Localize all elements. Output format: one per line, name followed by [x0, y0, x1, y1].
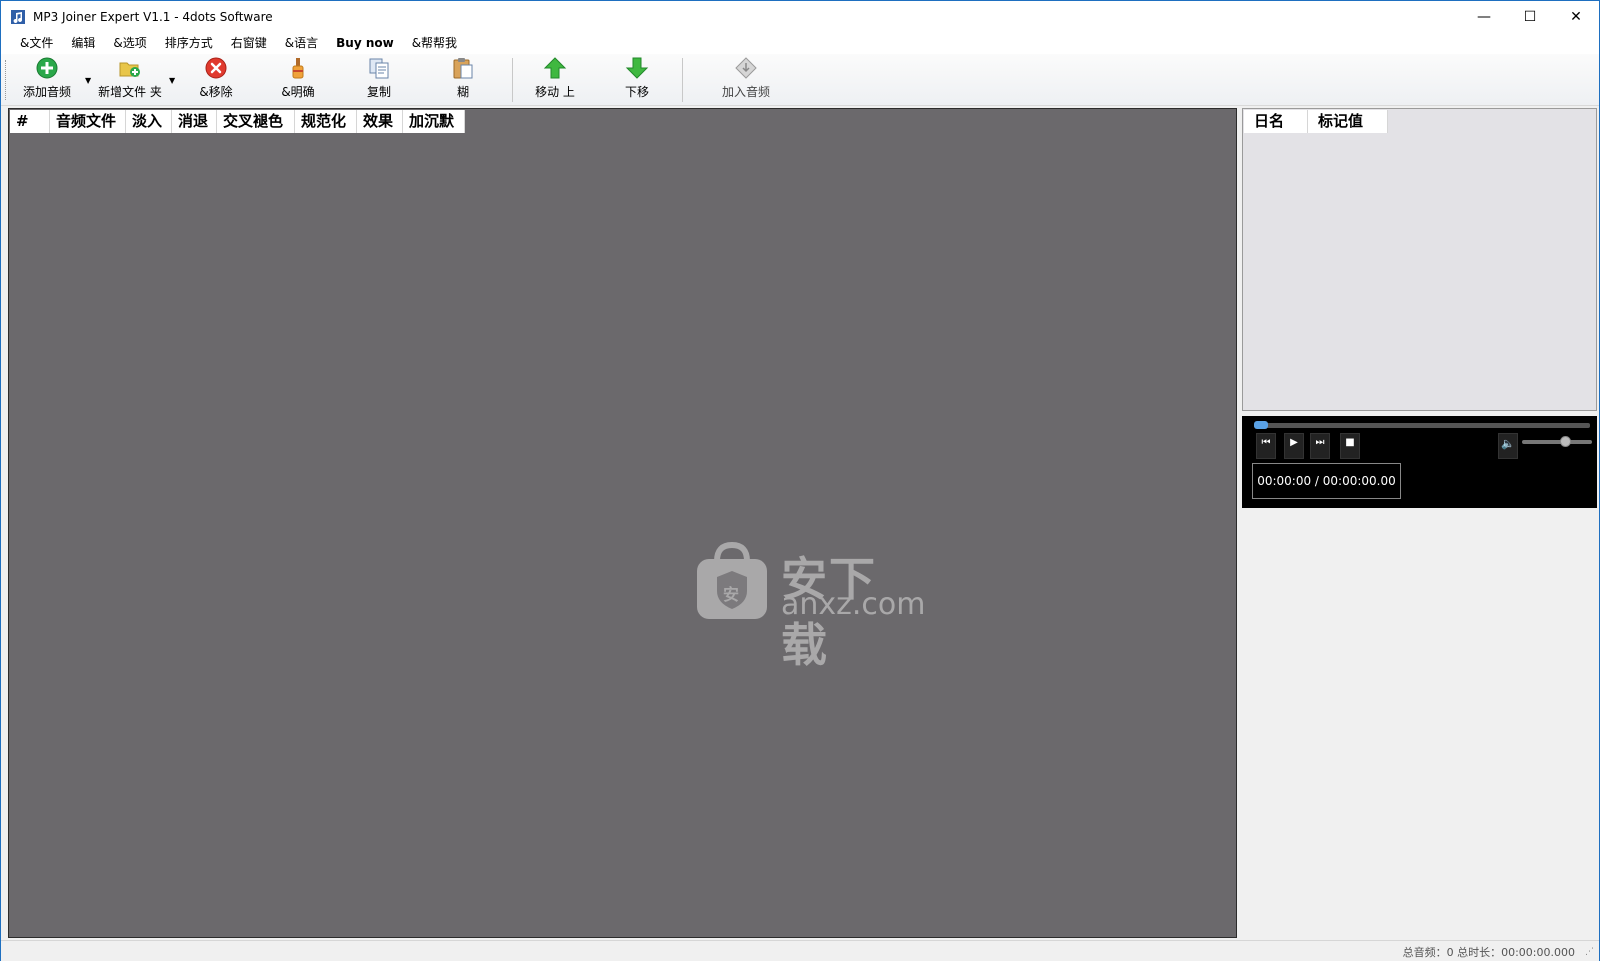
- column-number[interactable]: #: [10, 110, 50, 133]
- join-audio-button[interactable]: 加入音频: [715, 56, 777, 102]
- menu-context[interactable]: 右窗键: [222, 32, 276, 54]
- column-tag-name[interactable]: 日名: [1244, 110, 1308, 133]
- column-fade-in[interactable]: 淡入: [126, 110, 172, 133]
- play-button[interactable]: ▶: [1284, 433, 1304, 459]
- time-display: 00:00:00 / 00:00:00.00: [1252, 463, 1401, 499]
- copy-icon: [369, 58, 389, 79]
- music-note-icon: [11, 9, 25, 24]
- column-normalize[interactable]: 规范化: [295, 110, 357, 133]
- add-audio-label: 添加音频: [22, 85, 71, 99]
- play-icon: ▶: [1290, 437, 1298, 448]
- arrow-down-icon: [625, 57, 649, 79]
- list-column-header: # 音频文件 淡入 消退 交叉褪色 规范化 效果 加沉默: [10, 110, 465, 133]
- remove-button[interactable]: &移除: [193, 56, 239, 102]
- speaker-icon: 🔈: [1501, 437, 1515, 450]
- tag-column-header: 日名 标记值: [1244, 110, 1388, 133]
- status-bar: 总音频：0 总时长：00:00:00.000 ⋰: [1, 940, 1599, 961]
- add-audio-dropdown-icon[interactable]: ▼: [85, 76, 91, 85]
- add-folder-dropdown-icon[interactable]: ▼: [169, 76, 175, 85]
- remove-icon: [205, 57, 227, 79]
- column-audio-file[interactable]: 音频文件: [50, 110, 126, 133]
- window-title: MP3 Joiner Expert V1.1 - 4dots Software: [33, 9, 273, 24]
- status-text: 总音频：0 总时长：00:00:00.000: [1402, 946, 1575, 959]
- toolbar-separator: [512, 58, 513, 102]
- menu-sort[interactable]: 排序方式: [156, 32, 222, 54]
- stop-icon: ■: [1345, 437, 1355, 448]
- add-folder-label: 新增文件 夹: [98, 85, 162, 99]
- paste-icon: [453, 58, 473, 79]
- column-add-silence[interactable]: 加沉默: [403, 110, 465, 133]
- move-up-label: 移动 上: [535, 85, 575, 99]
- watermark-url: anxz.com: [781, 587, 926, 622]
- paste-label: 糊: [456, 85, 469, 99]
- move-down-label: 下移: [624, 85, 649, 99]
- copy-button[interactable]: 复制: [359, 56, 399, 102]
- column-crossfade[interactable]: 交叉褪色: [217, 110, 295, 133]
- previous-button[interactable]: ⏮: [1256, 433, 1276, 459]
- watermark: 安 安下载 anxz.com: [693, 541, 926, 672]
- toolbar: 添加音频 ▼ 新增文件 夹 ▼ &移除 &明确 复制 糊 移动 上 下移 加入音…: [1, 54, 1599, 106]
- seek-bar[interactable]: [1254, 421, 1590, 429]
- move-down-button[interactable]: 下移: [617, 56, 657, 102]
- menu-bar: &文件 编辑 &选项 排序方式 右窗键 &语言 Buy now &帮帮我: [1, 32, 1599, 54]
- menu-help[interactable]: &帮帮我: [403, 32, 466, 54]
- menu-language[interactable]: &语言: [276, 32, 327, 54]
- volume-slider[interactable]: [1522, 436, 1592, 447]
- stop-button[interactable]: ■: [1340, 433, 1360, 459]
- next-button[interactable]: ⏭: [1310, 433, 1330, 459]
- tag-list[interactable]: 日名 标记值: [1242, 108, 1597, 411]
- copy-label: 复制: [366, 85, 391, 99]
- menu-options[interactable]: &选项: [104, 32, 155, 54]
- column-fade-out[interactable]: 消退: [172, 110, 217, 133]
- clear-button[interactable]: &明确: [275, 56, 321, 102]
- menu-file[interactable]: &文件: [11, 32, 62, 54]
- clear-label: &明确: [281, 85, 315, 99]
- skip-forward-icon: ⏭: [1315, 437, 1325, 448]
- title-bar: MP3 Joiner Expert V1.1 - 4dots Software …: [1, 1, 1599, 32]
- add-icon: [36, 57, 58, 79]
- column-effect[interactable]: 效果: [357, 110, 403, 133]
- resize-grip-icon[interactable]: ⋰: [1585, 947, 1597, 959]
- join-audio-label: 加入音频: [721, 85, 770, 99]
- skip-back-icon: ⏮: [1261, 437, 1271, 448]
- remove-label: &移除: [199, 85, 233, 99]
- seek-handle[interactable]: [1254, 421, 1268, 429]
- toolbar-grip[interactable]: [5, 60, 8, 100]
- window-controls: — ☐ ✕: [1461, 1, 1599, 32]
- add-folder-button[interactable]: 新增文件 夹: [95, 56, 165, 102]
- menu-buy-now[interactable]: Buy now: [327, 32, 403, 54]
- arrow-up-icon: [543, 57, 567, 79]
- broom-icon: [292, 58, 304, 79]
- folder-add-icon: [119, 62, 140, 77]
- column-tag-value[interactable]: 标记值: [1308, 110, 1388, 133]
- watermark-badge: 安: [723, 585, 740, 604]
- maximize-button[interactable]: ☐: [1507, 1, 1553, 32]
- paste-button[interactable]: 糊: [447, 56, 479, 102]
- menu-edit[interactable]: 编辑: [62, 32, 104, 54]
- join-icon: [735, 57, 757, 79]
- close-button[interactable]: ✕: [1553, 1, 1599, 32]
- audio-player: ⏮ ▶ ⏭ ■ 🔈 00:00:00 / 00:00:00.00: [1242, 416, 1597, 508]
- volume-handle[interactable]: [1560, 436, 1572, 447]
- volume-button[interactable]: 🔈: [1498, 433, 1518, 459]
- audio-file-list[interactable]: # 音频文件 淡入 消退 交叉褪色 规范化 效果 加沉默 安 安下载 anxz.…: [8, 108, 1237, 938]
- add-audio-button[interactable]: 添加音频: [19, 56, 75, 102]
- toolbar-separator: [682, 58, 683, 102]
- app-window: MP3 Joiner Expert V1.1 - 4dots Software …: [0, 0, 1600, 961]
- move-up-button[interactable]: 移动 上: [529, 56, 581, 102]
- minimize-button[interactable]: —: [1461, 1, 1507, 32]
